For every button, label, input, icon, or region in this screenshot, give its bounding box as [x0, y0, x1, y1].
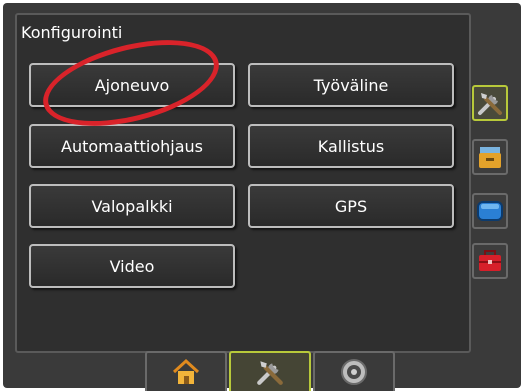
tab-tools[interactable]: [229, 351, 311, 391]
autosteer-button[interactable]: Automaattiohjaus: [29, 124, 235, 168]
toolbox-icon: [479, 250, 501, 271]
side-tab-data[interactable]: [472, 139, 508, 175]
lightbar-button[interactable]: Valopalkki: [29, 184, 235, 228]
tools-icon: [478, 93, 502, 115]
home-icon: [172, 358, 200, 384]
implement-button[interactable]: Työväline: [248, 63, 454, 107]
tools-icon: [257, 361, 283, 385]
gauge-icon: [341, 359, 367, 385]
gps-button[interactable]: GPS: [248, 184, 454, 228]
tab-home[interactable]: [145, 351, 227, 391]
side-tab-tools[interactable]: [472, 85, 508, 121]
video-button[interactable]: Video: [29, 244, 235, 288]
tilt-button[interactable]: Kallistus: [248, 124, 454, 168]
panel-title: Konfigurointi: [21, 23, 123, 42]
console-screen: Konfigurointi Ajoneuvo Työväline Automaa…: [3, 3, 521, 391]
vehicle-button[interactable]: Ajoneuvo: [29, 63, 235, 107]
file-cabinet-icon: [479, 147, 501, 168]
side-tab-display[interactable]: [472, 193, 508, 229]
blue-screen-icon: [477, 201, 503, 221]
side-tab-toolbox[interactable]: [472, 243, 508, 279]
tab-gauge[interactable]: [313, 351, 395, 391]
